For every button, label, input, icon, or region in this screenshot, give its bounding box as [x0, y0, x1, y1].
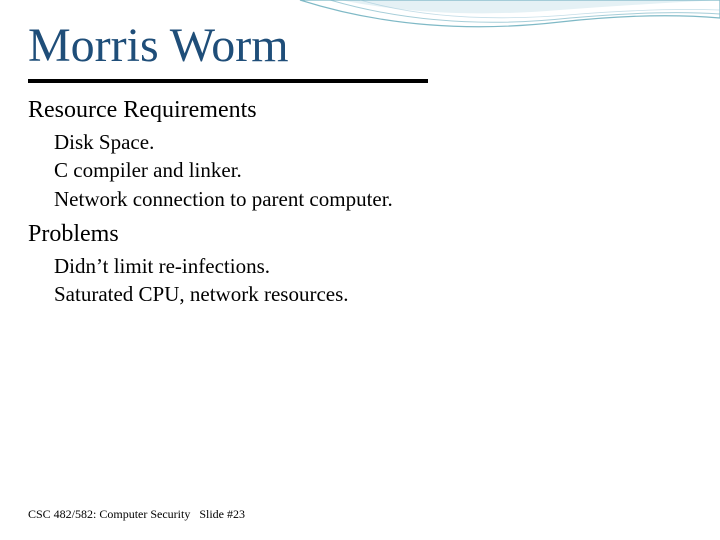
list-item: Network connection to parent computer. [28, 185, 692, 213]
list-item: C compiler and linker. [28, 156, 692, 184]
section-heading-problems: Problems [28, 221, 692, 248]
footer-slide-number: Slide #23 [199, 507, 245, 521]
slide-footer: CSC 482/582: Computer Security Slide #23 [28, 507, 245, 522]
list-item: Saturated CPU, network resources. [28, 280, 692, 308]
slide-content: Resource Requirements Disk Space. C comp… [0, 83, 720, 309]
list-item: Disk Space. [28, 128, 692, 156]
footer-course: CSC 482/582: Computer Security [28, 507, 190, 521]
slide-title: Morris Worm [0, 0, 720, 79]
list-item: Didn’t limit re-infections. [28, 252, 692, 280]
section-heading-resources: Resource Requirements [28, 97, 692, 124]
